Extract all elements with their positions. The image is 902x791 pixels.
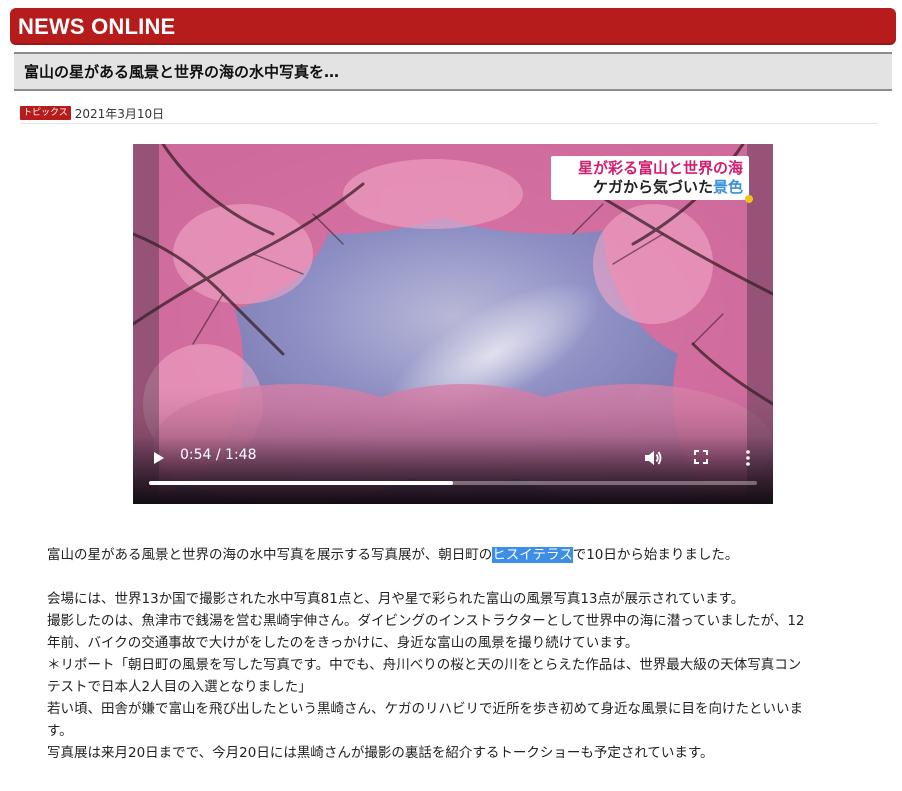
play-icon[interactable]: [151, 450, 167, 466]
selected-text: ヒスイテラス: [492, 547, 573, 563]
intro-text-after: で10日から始まりました。: [572, 547, 739, 563]
video-player[interactable]: 星が彩る富山と世界の海 ケガから気づいた景色 0:54 / 1:48: [133, 144, 773, 504]
video-caption: 星が彩る富山と世界の海 ケガから気づいた景色: [551, 156, 753, 203]
caption-line1: 星が彩る富山と世界の海: [577, 159, 743, 177]
article-body: 富山の星がある風景と世界の海の水中写真を展示する写真展が、朝日町のヒスイテラスで…: [47, 544, 862, 764]
site-header: NEWS ONLINE: [10, 8, 896, 45]
body-line: 若い頃、田舎が嫌で富山を飛び出したという黒崎さん、ケガのリハビリで近所を歩き初め…: [47, 701, 803, 717]
post-date: 2021年3月10日: [74, 106, 165, 121]
body-line: す。: [47, 723, 73, 739]
progress-track[interactable]: [149, 481, 757, 485]
fullscreen-icon[interactable]: [693, 449, 709, 465]
site-title[interactable]: NEWS ONLINE: [18, 14, 175, 40]
body-line: 写真展は来月20日までで、今月20日には黒崎さんが撮影の裏話を紹介するトークショ…: [47, 745, 714, 761]
caption-line2: ケガから気づいた景色: [551, 177, 743, 197]
article-meta: トピックス 2021年3月10日: [20, 103, 878, 124]
caption-line2-highlight: 景色: [712, 178, 743, 196]
body-line: テストで日本人2人目の入選となりました」: [47, 679, 312, 695]
intro-text-before: 富山の星がある風景と世界の海の水中写真を展示する写真展が、朝日町の: [47, 547, 493, 563]
body-line: 会場には、世界13か国で撮影された水中写真81点と、月や星で彩られた富山の風景写…: [47, 591, 745, 607]
category-badge[interactable]: トピックス: [20, 106, 71, 120]
volume-icon[interactable]: [643, 448, 663, 468]
body-line: 年前、バイクの交通事故で大けがをしたのをきっかけに、身近な富山の風景を撮り続けて…: [47, 635, 639, 651]
more-options-icon[interactable]: [743, 449, 753, 467]
article-title-bar: 富山の星がある風景と世界の海の水中写真を…: [14, 52, 892, 91]
article-title: 富山の星がある風景と世界の海の水中写真を…: [24, 63, 340, 81]
video-controls: 0:54 / 1:48: [133, 436, 773, 504]
paragraph-intro: 富山の星がある風景と世界の海の水中写真を展示する写真展が、朝日町のヒスイテラスで…: [47, 544, 862, 566]
body-line: ＊リポート「朝日町の風景を写した写真です。中でも、舟川べりの桜と天の川をとらえた…: [47, 657, 802, 673]
body-line: 撮影したのは、魚津市で銭湯を営む黒崎宇伸さん。ダイビングのインストラクターとして…: [47, 613, 805, 629]
progress-fill: [149, 481, 453, 485]
caption-line2-prefix: ケガから気づいた: [592, 178, 713, 196]
caption-marker-icon: [745, 195, 753, 203]
time-display: 0:54 / 1:48: [180, 447, 257, 463]
